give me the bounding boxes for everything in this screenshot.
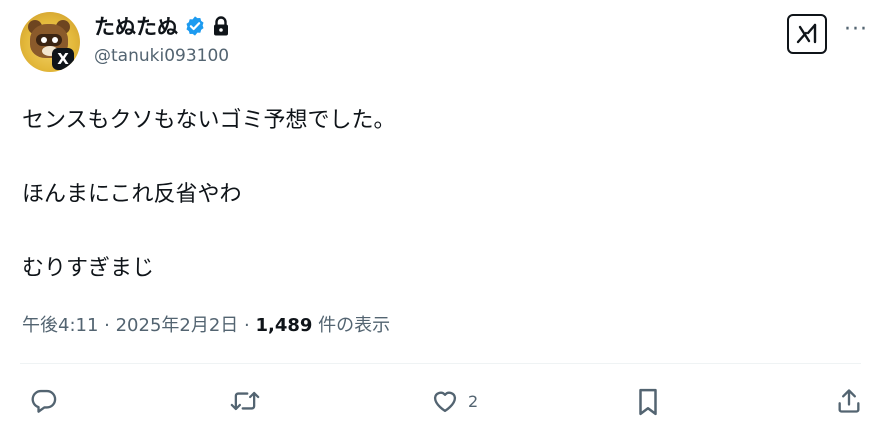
bookmark-icon	[639, 388, 657, 416]
tweet-text-line: むりすぎまじ	[22, 256, 155, 281]
grok-icon	[796, 23, 817, 44]
user-handle[interactable]: @tanuki093100	[94, 46, 229, 66]
avatar[interactable]: X	[20, 12, 80, 72]
divider	[20, 363, 861, 364]
tweet-time[interactable]: 午後4:11	[22, 315, 98, 336]
user-name-row: たぬたぬ	[94, 12, 230, 40]
verified-badge-icon	[184, 15, 206, 37]
tweet-text-line: ほんまにこれ反省やわ	[22, 182, 242, 207]
more-options-icon[interactable]: ···	[844, 19, 868, 41]
views-count[interactable]: 1,489	[255, 315, 312, 336]
heart-icon	[433, 391, 457, 413]
reply-icon	[31, 389, 57, 413]
avatar-eye-left	[41, 37, 47, 43]
retweet-button[interactable]	[229, 387, 261, 415]
lock-icon	[212, 16, 230, 36]
tweet-meta: 午後4:11 · 2025年2月2日 · 1,489 件の表示	[22, 311, 390, 337]
like-count: 2	[468, 391, 479, 411]
avatar-mask	[36, 34, 62, 46]
x-logo-icon: X	[52, 48, 74, 70]
share-button[interactable]	[835, 387, 863, 415]
avatar-eye-right	[52, 37, 58, 43]
retweet-icon	[230, 391, 260, 411]
tweet-text-line: センスもクソもないゴミ予想でした。	[22, 108, 396, 133]
grok-button[interactable]	[787, 14, 827, 54]
meta-separator: ·	[98, 315, 116, 336]
bookmark-button[interactable]	[635, 387, 661, 417]
meta-separator: ·	[238, 315, 256, 336]
views-label[interactable]: 件の表示	[312, 315, 390, 336]
reply-button[interactable]	[30, 387, 58, 415]
display-name[interactable]: たぬたぬ	[94, 11, 178, 41]
share-icon	[838, 389, 860, 413]
like-button[interactable]: 2	[430, 387, 478, 415]
tweet-date[interactable]: 2025年2月2日	[116, 315, 239, 336]
